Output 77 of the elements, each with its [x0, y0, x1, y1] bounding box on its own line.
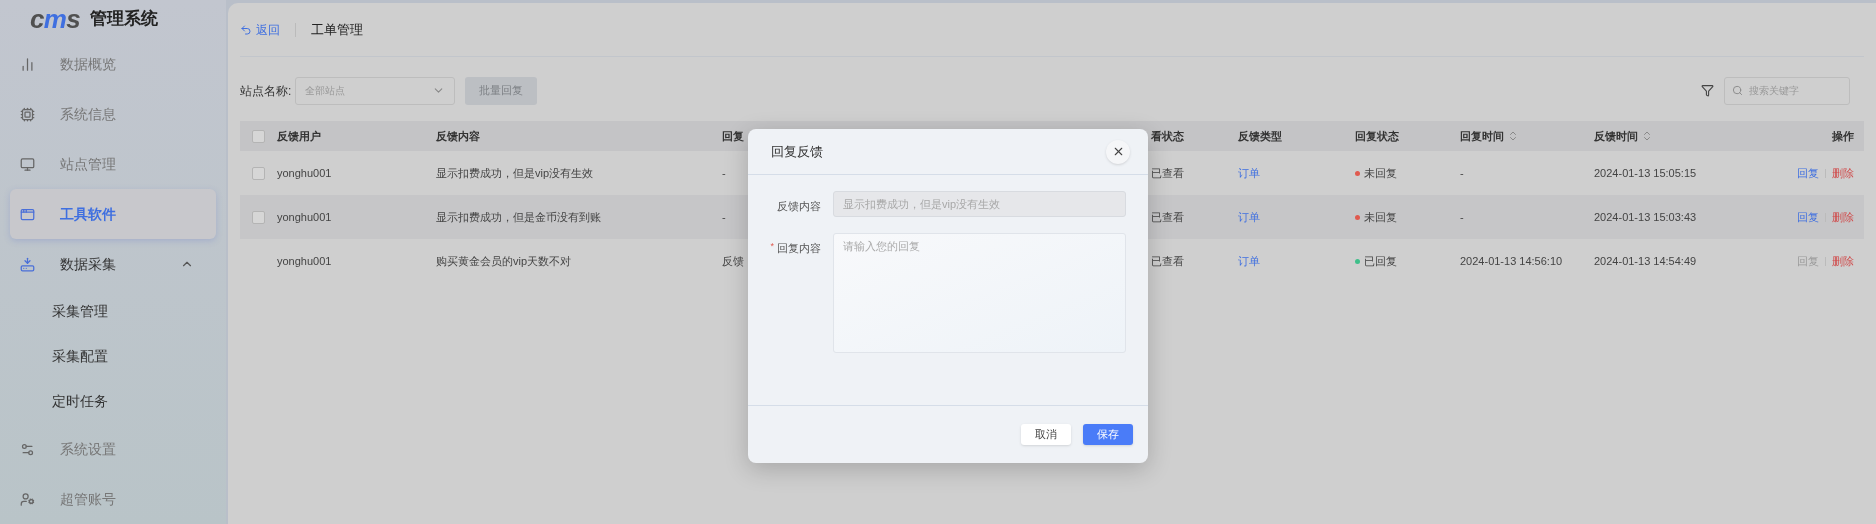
- site-label: 站点名称:: [240, 82, 292, 100]
- reply-link[interactable]: 回复: [1797, 164, 1819, 182]
- nav-item[interactable]: 超管账号: [10, 474, 216, 524]
- column-header: 反馈内容: [436, 128, 480, 144]
- nav-subitem[interactable]: 采集管理: [10, 289, 216, 334]
- dialog-title: 回复反馈: [771, 142, 823, 161]
- delete-link[interactable]: 删除: [1832, 164, 1854, 182]
- table-cell: 显示扣费成功，但是金币没有到账: [436, 210, 601, 223]
- sort-icon[interactable]: [1641, 130, 1653, 142]
- table-cell: yonghu001: [277, 210, 332, 223]
- logo: cms: [30, 6, 81, 32]
- delete-link[interactable]: 删除: [1832, 208, 1854, 226]
- checkbox[interactable]: [252, 129, 265, 143]
- sort-icon[interactable]: [1507, 130, 1519, 142]
- table-cell: 已查看: [1151, 166, 1184, 179]
- table-cell: -: [722, 166, 726, 179]
- app-title: 管理系统: [90, 8, 159, 31]
- column-header: 反馈时间: [1594, 128, 1638, 144]
- nav-subitem[interactable]: 定时任务: [10, 379, 216, 424]
- table-cell: -: [722, 210, 726, 223]
- column-header: 回复: [722, 128, 744, 144]
- search-icon: [1732, 84, 1743, 96]
- delete-link[interactable]: 删除: [1832, 252, 1854, 270]
- column-header: 回复时间: [1460, 128, 1504, 144]
- back-link[interactable]: 返回: [240, 20, 280, 39]
- nav-item[interactable]: 数据概览: [10, 39, 216, 89]
- monitor-icon: [20, 156, 36, 172]
- filter-icon[interactable]: [1701, 84, 1714, 97]
- field-label: 回复内容: [777, 241, 821, 256]
- table-cell: yonghu001: [277, 166, 332, 179]
- table-cell: 显示扣费成功，但是vip没有生效: [436, 166, 594, 179]
- checkbox[interactable]: [252, 166, 265, 180]
- back-arrow-icon: [240, 23, 252, 36]
- table-cell: 2024-01-13 15:03:43: [1594, 210, 1697, 223]
- bar-chart-icon: [20, 56, 36, 72]
- status-text: 未回复: [1364, 165, 1397, 181]
- table-cell: 已查看: [1151, 210, 1184, 223]
- table-cell: 2024-01-13 14:56:10: [1460, 254, 1563, 267]
- readonly-field[interactable]: 显示扣费成功，但是vip没有生效: [833, 191, 1126, 217]
- table-cell: 反馈: [722, 254, 744, 267]
- column-header: 操作: [1832, 128, 1854, 144]
- column-header: 看状态: [1151, 128, 1184, 144]
- nav-item[interactable]: 系统设置: [10, 424, 216, 474]
- table-cell: 2024-01-13 14:54:49: [1594, 254, 1697, 267]
- column-header: 反馈类型: [1238, 128, 1282, 144]
- required-mark: *: [770, 240, 774, 253]
- table-cell: 购买黄金会员的vip天数不对: [436, 254, 572, 267]
- table-cell: 2024-01-13 15:05:15: [1594, 166, 1697, 179]
- field-label: 反馈内容: [777, 199, 821, 214]
- nav-item[interactable]: 工具软件: [10, 189, 216, 239]
- type-link[interactable]: 订单: [1238, 166, 1260, 179]
- type-link[interactable]: 订单: [1238, 254, 1260, 267]
- close-button[interactable]: [1106, 139, 1130, 164]
- settings-icon: [20, 441, 36, 457]
- status-text: 未回复: [1364, 209, 1397, 225]
- checkbox[interactable]: [252, 210, 265, 224]
- chip-icon: [20, 106, 36, 122]
- status-text: 已回复: [1364, 253, 1397, 269]
- nav-item[interactable]: 站点管理: [10, 139, 216, 189]
- table-cell: -: [1460, 166, 1464, 179]
- table-cell: -: [1460, 210, 1464, 223]
- cancel-button[interactable]: 取消: [1021, 424, 1071, 445]
- nav-subitem[interactable]: 采集配置: [10, 334, 216, 379]
- download-box-icon: [20, 256, 36, 272]
- reply-link[interactable]: 回复: [1797, 208, 1819, 226]
- type-link[interactable]: 订单: [1238, 210, 1260, 223]
- table-cell: 已查看: [1151, 254, 1184, 267]
- window-icon: [20, 206, 36, 222]
- nav-item[interactable]: 系统信息: [10, 89, 216, 139]
- table-cell: yonghu001: [277, 254, 332, 267]
- column-header: 回复状态: [1355, 128, 1399, 144]
- nav-item[interactable]: 数据采集: [10, 239, 216, 289]
- reply-textarea[interactable]: 请输入您的回复: [833, 233, 1126, 353]
- save-button[interactable]: 保存: [1083, 424, 1133, 445]
- user-gear-icon: [20, 491, 36, 507]
- page-title: 工单管理: [311, 20, 363, 39]
- column-header: 反馈用户: [277, 128, 321, 144]
